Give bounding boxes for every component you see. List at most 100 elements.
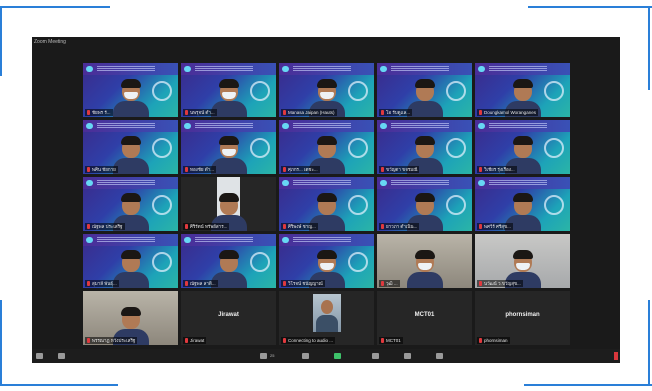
- mic-muted-icon: [283, 167, 286, 172]
- participant-display-name: phornsiman: [505, 312, 540, 318]
- chat-icon[interactable]: [302, 353, 309, 359]
- participant-display-name: Jirawat: [218, 312, 239, 318]
- mic-muted-icon: [381, 224, 384, 229]
- slide-header-band: [181, 120, 276, 132]
- apps-icon[interactable]: [436, 353, 443, 359]
- frame-corner-bottom-right-vertical: [648, 300, 650, 386]
- participant-name-label: Connecting to audio ...: [281, 337, 336, 344]
- participant-tile[interactable]: ณัฐพล ประเสริฐ: [83, 177, 178, 231]
- participant-name-label: phornsiman: [477, 337, 510, 344]
- frame-corner-top-right-vertical: [648, 6, 650, 90]
- participant-name: ศุภกร... เตชะ...: [288, 167, 318, 172]
- reactions-icon[interactable]: [404, 353, 411, 359]
- slide-logo-circle: [250, 81, 270, 101]
- participant-name: พรรณาฏ หวังประเสริฐ: [92, 338, 136, 343]
- participant-tile[interactable]: ทองชัย ดำ...: [181, 120, 276, 174]
- slide-logo-circle: [250, 138, 270, 158]
- participant-tile[interactable]: Jirawat Jirawat: [181, 291, 276, 345]
- participant-tile[interactable]: MCT01 MCT01: [377, 291, 472, 345]
- slide-logo-circle: [348, 81, 368, 101]
- participant-name: phornsiman: [484, 338, 508, 343]
- participant-tile[interactable]: Connecting to audio ...: [279, 291, 374, 345]
- participant-video: [406, 248, 443, 288]
- participant-tile[interactable]: Doungkamol Woranganes: [475, 63, 570, 117]
- mute-icon[interactable]: [36, 353, 43, 359]
- participant-name: Jirawat: [190, 338, 205, 343]
- video-icon[interactable]: [58, 353, 65, 359]
- slide-header-band: [83, 63, 178, 75]
- slide-header-band: [181, 234, 276, 246]
- participant-name-label: ศิริพงษ์ ชาญ...: [281, 223, 318, 230]
- participant-name: ณัฐพล ลาดิ...: [190, 281, 216, 286]
- participant-name-label: ณัฐพล ประเสริฐ: [85, 223, 125, 230]
- slide-logo-circle: [544, 81, 564, 101]
- screenshot-frame: Zoom Meeting ชัยพร รั... นพรุจน์ ดำ... Man…: [0, 0, 652, 391]
- slide-header-band: [83, 234, 178, 246]
- record-icon[interactable]: [372, 353, 379, 359]
- participant-name-label: สุมาลี พันธุ์...: [85, 280, 119, 287]
- participant-display-name: MCT01: [414, 312, 435, 318]
- participant-name-label: ณัฐพล ลาดิ...: [183, 280, 218, 287]
- participant-tile[interactable]: วิเชียร รุ่งเรือง...: [475, 120, 570, 174]
- participant-tile[interactable]: สุมาลี พันธุ์...: [83, 234, 178, 288]
- participant-tile[interactable]: วิโรจน์ ชนัญญาณ์: [279, 234, 374, 288]
- participant-tile[interactable]: วุฒิ ...: [377, 234, 472, 288]
- mic-muted-icon: [283, 338, 286, 343]
- mic-muted-icon: [283, 110, 286, 115]
- participant-name: ณัฐพล ประเสริฐ: [92, 224, 123, 229]
- participant-name: ศิริรัตน์ ทรัพย์สาร...: [190, 224, 228, 229]
- participant-tile[interactable]: Manasa Jaipan (Hauts): [279, 63, 374, 117]
- participant-name: โอ รับดูแล...: [386, 110, 410, 115]
- mic-muted-icon: [381, 338, 384, 343]
- participant-tile[interactable]: ณัฐพล ลาดิ...: [181, 234, 276, 288]
- mic-muted-icon: [381, 281, 384, 286]
- mic-muted-icon: [87, 281, 90, 286]
- participant-tile[interactable]: นวัฒน์ ว.ขวัญสุข...: [475, 234, 570, 288]
- slide-logo-circle: [152, 81, 172, 101]
- participant-tile[interactable]: พรรณาฏ หวังประเสริฐ: [83, 291, 178, 345]
- slide-logo-circle: [348, 252, 368, 272]
- slide-header-band: [83, 120, 178, 132]
- participant-name: นพรุจน์ ดำ...: [190, 110, 215, 115]
- face-mask: [221, 92, 236, 99]
- participant-tile[interactable]: phornsiman phornsiman: [475, 291, 570, 345]
- participant-tile[interactable]: ขวัญตา ขจรมณี: [377, 120, 472, 174]
- slide-header-band: [83, 177, 178, 189]
- face-mask: [319, 92, 334, 99]
- share-screen-icon[interactable]: [334, 353, 341, 359]
- slide-header-band: [475, 177, 570, 189]
- participant-name-label: ศิริรัตน์ ทรัพย์สาร...: [183, 223, 230, 230]
- mic-muted-icon: [479, 110, 482, 115]
- slide-logo-circle: [446, 195, 466, 215]
- participant-name-label: ศุภกร... เตชะ...: [281, 166, 320, 173]
- participant-name-label: วิโรจน์ ชนัญญาณ์: [281, 280, 325, 287]
- participant-tile[interactable]: นพรุจน์ ดำ...: [181, 63, 276, 117]
- leave-meeting-button[interactable]: [614, 352, 618, 360]
- participant-tile[interactable]: ศุภกร... เตชะ...: [279, 120, 374, 174]
- participant-tile[interactable]: ยาวภา ดำเนิน...: [377, 177, 472, 231]
- participant-tile[interactable]: พศิน ชัยกาย: [83, 120, 178, 174]
- participant-name: วิโรจน์ ชนัญญาณ์: [288, 281, 323, 286]
- participant-tile[interactable]: พศวีร์ ศรีสุข...: [475, 177, 570, 231]
- participant-video: [112, 77, 149, 117]
- participants-icon[interactable]: [260, 353, 267, 359]
- frame-corner-bottom-left: [0, 384, 118, 386]
- participant-tile[interactable]: ศิริรัตน์ ทรัพย์สาร...: [181, 177, 276, 231]
- participant-name-label: วุฒิ ...: [379, 280, 400, 287]
- mic-muted-icon: [87, 224, 90, 229]
- participant-name-label: ทองชัย ดำ...: [183, 166, 217, 173]
- zoom-meeting-window: Zoom Meeting ชัยพร รั... นพรุจน์ ดำ... Man…: [32, 37, 620, 363]
- gallery-view: ชัยพร รั... นพรุจน์ ดำ... Manasa Jaipan (H…: [83, 63, 572, 345]
- frame-corner-top-right: [528, 6, 652, 8]
- participant-name: ศิริพงษ์ ชาญ...: [288, 224, 316, 229]
- participant-name-label: Doungkamol Woranganes: [477, 109, 538, 116]
- slide-logo-circle: [544, 138, 564, 158]
- participant-tile[interactable]: ชัยพร รั...: [83, 63, 178, 117]
- participant-tile[interactable]: ศิริพงษ์ ชาญ...: [279, 177, 374, 231]
- mic-muted-icon: [185, 167, 188, 172]
- slide-header-band: [475, 63, 570, 75]
- participant-name-label: ขวัญตา ขจรมณี: [379, 166, 420, 173]
- participant-name: Doungkamol Woranganes: [484, 110, 536, 115]
- participant-tile[interactable]: โอ รับดูแล...: [377, 63, 472, 117]
- slide-logo-circle: [152, 195, 172, 215]
